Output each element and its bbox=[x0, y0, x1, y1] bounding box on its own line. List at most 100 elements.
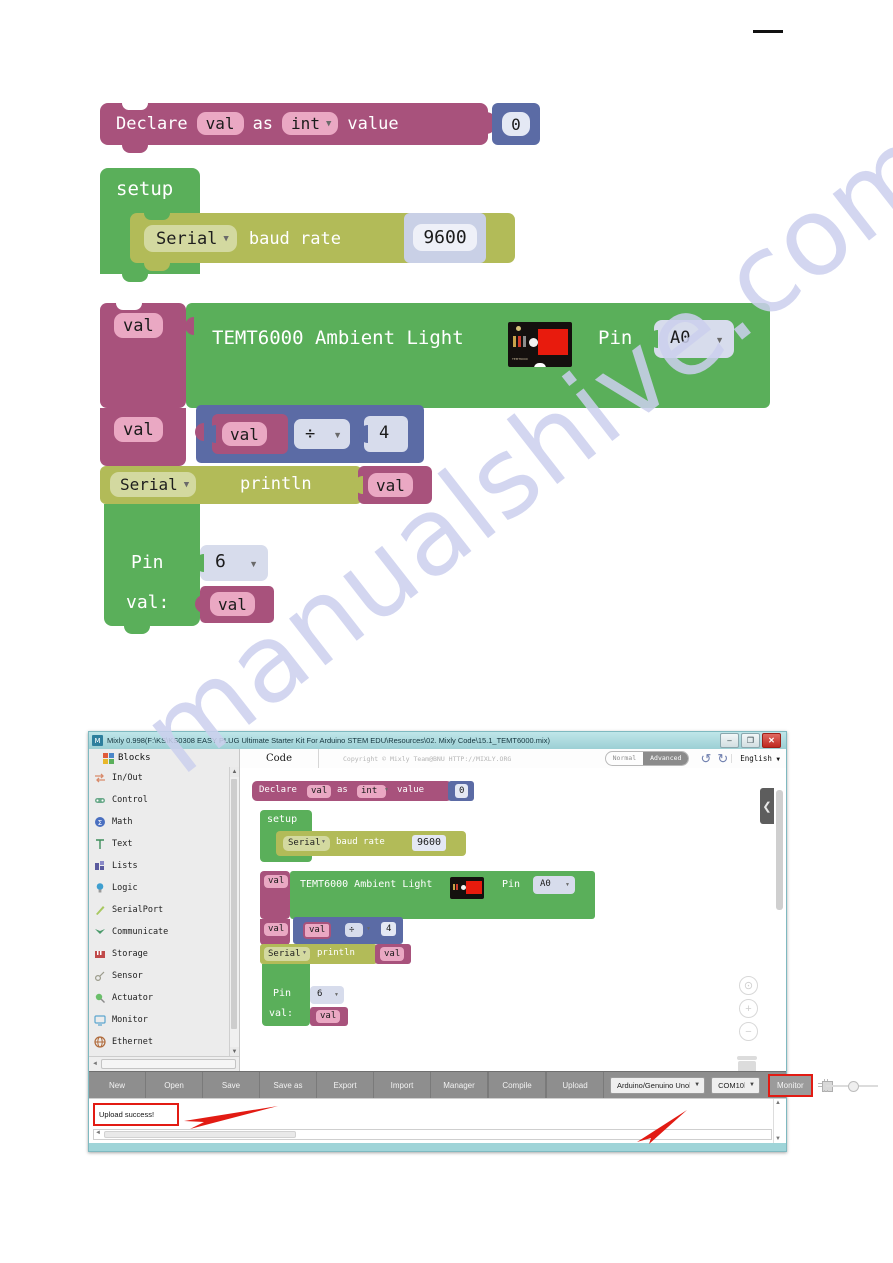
close-button[interactable]: ✕ bbox=[762, 733, 781, 748]
sidebar-horizontal-scroll[interactable]: ◄ bbox=[89, 1056, 239, 1071]
tab-code[interactable]: Code bbox=[240, 749, 319, 768]
sidebar-item-sensor[interactable]: Sensor bbox=[89, 965, 230, 987]
temt6000-pin-dropdown[interactable]: A0 ▼ bbox=[649, 320, 734, 358]
slider-knob[interactable] bbox=[847, 1080, 859, 1092]
baud-value-holder[interactable]: 9600 bbox=[404, 213, 486, 263]
sidebar-item-math[interactable]: Σ Math bbox=[89, 811, 230, 833]
scroll-down-icon[interactable]: ▼ bbox=[775, 1136, 781, 1142]
declare-type-dropdown[interactable]: int ▼ bbox=[282, 112, 339, 135]
sidebar-list[interactable]: In/Out Control Σ Math Text Lists Logic S… bbox=[89, 767, 230, 1057]
mini-println-block[interactable]: Serial ▼ println bbox=[260, 944, 377, 964]
monitor-button[interactable]: Monitor bbox=[767, 1073, 813, 1097]
save-button[interactable]: Save bbox=[203, 1072, 260, 1098]
sidebar-item-communicate[interactable]: Communicate bbox=[89, 921, 230, 943]
math-var-field[interactable]: val bbox=[114, 417, 163, 442]
scrollbar-thumb-h[interactable] bbox=[100, 1059, 236, 1069]
mini-serial-baud-block[interactable]: Serial ▼ baud rate 9600 bbox=[276, 831, 466, 856]
sidebar-item-lists[interactable]: Lists bbox=[89, 855, 230, 877]
println-value-block[interactable]: val bbox=[354, 466, 432, 504]
sidebar-scrollbar[interactable]: ▲ ▼ bbox=[229, 767, 239, 1057]
number-zero-block[interactable]: 0 bbox=[492, 103, 540, 145]
math-var-tab[interactable]: val bbox=[100, 408, 186, 474]
bottom-toolbar[interactable]: New Open Save Save as Export Import Mana… bbox=[89, 1071, 878, 1098]
mini-analog-pin-dropdown[interactable]: 6 ▼ bbox=[310, 986, 344, 1004]
mode-advanced-button[interactable]: Advanced bbox=[643, 752, 689, 765]
mini-math-var-tab[interactable]: val bbox=[260, 919, 290, 945]
scroll-up-icon[interactable]: ▲ bbox=[775, 1100, 781, 1106]
sidebar-item-monitor[interactable]: Monitor bbox=[89, 1009, 230, 1031]
sidebar-item-text[interactable]: Text bbox=[89, 833, 230, 855]
declare-block[interactable]: Declare val as int ▼ value bbox=[100, 102, 488, 153]
temt6000-pin-value: A0 bbox=[670, 328, 691, 348]
mode-normal-button[interactable]: Normal bbox=[606, 752, 643, 765]
analog-val-block[interactable]: val bbox=[195, 586, 274, 623]
compile-button[interactable]: Compile bbox=[489, 1072, 546, 1098]
board-select[interactable]: Arduino/Genuino Uno ▼ bbox=[610, 1076, 706, 1094]
sidebar-item-control[interactable]: Control bbox=[89, 789, 230, 811]
sidebar-item-ethernet[interactable]: Ethernet bbox=[89, 1031, 230, 1053]
language-selector[interactable]: English ▼ bbox=[731, 754, 786, 763]
zoom-out-button[interactable]: − bbox=[739, 1022, 758, 1041]
redo-icon[interactable]: ↻ bbox=[717, 752, 728, 765]
sidebar-label: Actuator bbox=[112, 993, 153, 1003]
println-serial-dropdown[interactable]: Serial ▼ bbox=[110, 472, 197, 497]
division-operator-dropdown[interactable]: ÷ ▼ bbox=[294, 419, 350, 449]
mini-sensor-var-tab[interactable]: val bbox=[260, 871, 290, 919]
sensor-var-field[interactable]: val bbox=[114, 313, 163, 338]
division-operand-a[interactable]: val bbox=[207, 414, 288, 454]
sidebar-item-actuator[interactable]: Actuator bbox=[89, 987, 230, 1009]
sidebar[interactable]: Blocks In/Out Control Σ Math Text Lists … bbox=[89, 749, 240, 1071]
mini-temt6000-pin-dropdown[interactable]: A0 ▼ bbox=[533, 876, 575, 894]
mini-temt6000-block[interactable]: TEMT6000 Ambient Light Pin A0 ▼ bbox=[290, 871, 595, 919]
mini-declare-varname: val bbox=[307, 784, 332, 798]
maximize-button[interactable]: ❐ bbox=[741, 733, 760, 748]
upload-button[interactable]: Upload bbox=[547, 1072, 604, 1098]
open-button[interactable]: Open bbox=[146, 1072, 203, 1098]
mini-number-zero-block[interactable]: 0 bbox=[448, 781, 474, 801]
declare-varname-field[interactable]: val bbox=[196, 112, 244, 135]
serial-println-block[interactable]: Serial ▼ println bbox=[100, 466, 362, 512]
window-buttons[interactable]: – ❐ ✕ bbox=[720, 733, 783, 748]
zoom-in-button[interactable]: + bbox=[739, 999, 758, 1018]
number-zero-field[interactable]: 0 bbox=[502, 112, 530, 136]
canvas-scrollbar[interactable] bbox=[776, 790, 783, 910]
collapse-panel-button[interactable]: ❮ bbox=[760, 788, 774, 824]
zoom-controls[interactable]: ⊙ + − bbox=[739, 976, 758, 1041]
port-select[interactable]: COM10 ▼ bbox=[711, 1076, 760, 1094]
blockly-canvas[interactable]: Declare val as int ▼ value 0 setup Seria… bbox=[240, 768, 786, 1071]
mixly-application-window[interactable]: M Mixly 0.998(F:\KS\KS0308 EASY PLUG Ult… bbox=[88, 731, 878, 1152]
undo-icon[interactable]: ↺ bbox=[700, 752, 711, 765]
sidebar-item-logic[interactable]: Logic bbox=[89, 877, 230, 899]
minimize-button[interactable]: – bbox=[720, 733, 739, 748]
scroll-left-icon[interactable]: ◄ bbox=[92, 1061, 98, 1067]
mini-analog-val-block[interactable]: val bbox=[310, 1007, 348, 1026]
status-vertical-scrollbar[interactable]: ▲ ▼ bbox=[773, 1099, 784, 1143]
center-workspace-button[interactable]: ⊙ bbox=[739, 976, 758, 995]
mode-toggle[interactable]: Normal Advanced bbox=[604, 751, 690, 766]
scroll-up-icon[interactable]: ▲ bbox=[230, 767, 239, 777]
sidebar-item-in-out[interactable]: In/Out bbox=[89, 767, 230, 789]
import-button[interactable]: Import bbox=[374, 1072, 431, 1098]
temt6000-block[interactable]: TEMT6000 Ambient Light TEMT6000 Pin A0 ▼ bbox=[185, 303, 770, 408]
save-as-button[interactable]: Save as bbox=[260, 1072, 317, 1098]
analog-write-block[interactable]: Pin val: bbox=[104, 504, 200, 634]
serial-dropdown[interactable]: Serial ▼ bbox=[144, 225, 237, 252]
new-button[interactable]: New bbox=[89, 1072, 146, 1098]
division-operand-b[interactable]: 4 bbox=[359, 416, 408, 452]
mini-declare-block[interactable]: Declare val as int ▼ value bbox=[252, 781, 452, 801]
sidebar-item-serialport[interactable]: SerialPort bbox=[89, 899, 230, 921]
sensor-var-tab[interactable]: val bbox=[100, 302, 186, 408]
trash-icon[interactable] bbox=[736, 1056, 758, 1071]
mini-analog-block[interactable]: Pin val: bbox=[262, 964, 310, 1026]
mini-println-value-block[interactable]: val bbox=[375, 944, 411, 964]
sidebar-item-storage[interactable]: Storage bbox=[89, 943, 230, 965]
manager-button[interactable]: Manager bbox=[431, 1072, 488, 1098]
division-block[interactable]: val ÷ ▼ 4 bbox=[195, 405, 424, 463]
baud-value-field[interactable]: 9600 bbox=[413, 224, 477, 251]
scrollbar-thumb[interactable] bbox=[231, 779, 237, 1029]
analog-pin-dropdown[interactable]: 6 ▼ bbox=[195, 545, 268, 581]
export-button[interactable]: Export bbox=[317, 1072, 374, 1098]
scroll-left-icon[interactable]: ◄ bbox=[95, 1130, 101, 1137]
workspace[interactable]: Code Copyright © Mixly Team@BNU HTTP://M… bbox=[240, 749, 786, 1071]
mini-division-block[interactable]: val ÷ ▼ 4 bbox=[293, 917, 403, 944]
